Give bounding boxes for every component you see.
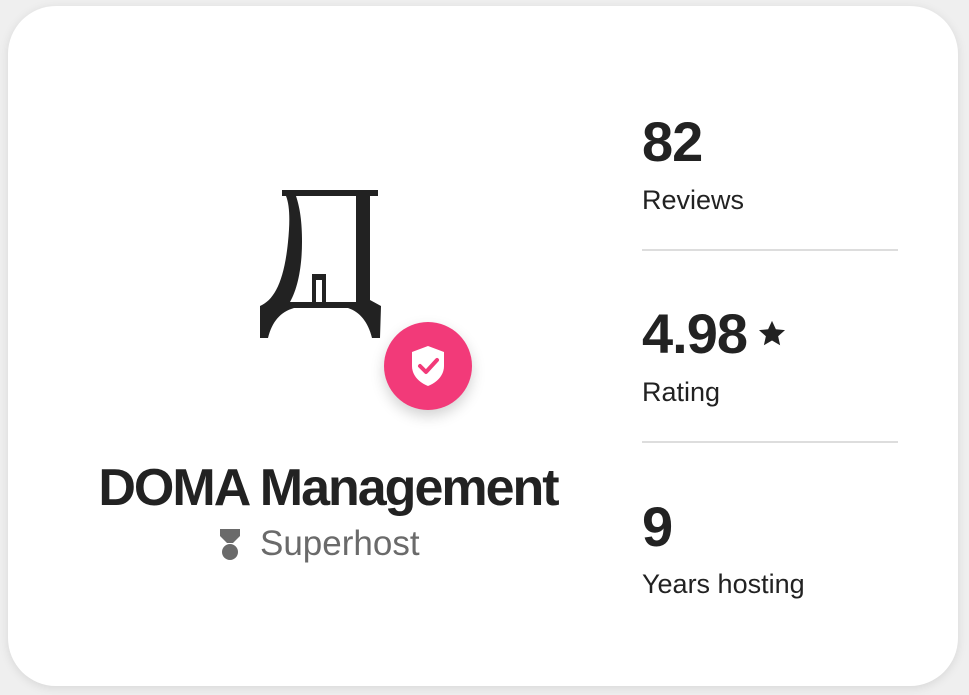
host-avatar[interactable] <box>256 182 386 347</box>
years-hosting-label: Years hosting <box>642 569 805 599</box>
host-name: DOMA Management <box>98 459 559 517</box>
star-icon <box>759 320 785 346</box>
rating-value-group: 4.98 <box>642 306 787 362</box>
reviews-count: 82 <box>642 110 703 173</box>
superhost-label: Superhost <box>260 524 420 563</box>
rating-value: 4.98 <box>642 302 748 365</box>
stats-divider <box>642 441 898 443</box>
stats-divider <box>642 249 898 251</box>
reviews-label: Reviews <box>642 185 745 215</box>
superhost-medal-icon <box>220 529 240 560</box>
years-hosting-value: 9 <box>642 495 673 558</box>
rating-label: Rating <box>642 377 721 407</box>
superhost-indicator: Superhost <box>218 522 420 566</box>
host-profile-card[interactable]: DOMA Management Superhost 82 Reviews 4.9… <box>8 6 958 686</box>
cyrillic-de-house-logo <box>260 190 381 338</box>
verified-badge <box>384 322 472 410</box>
shield-check-icon <box>412 346 444 386</box>
